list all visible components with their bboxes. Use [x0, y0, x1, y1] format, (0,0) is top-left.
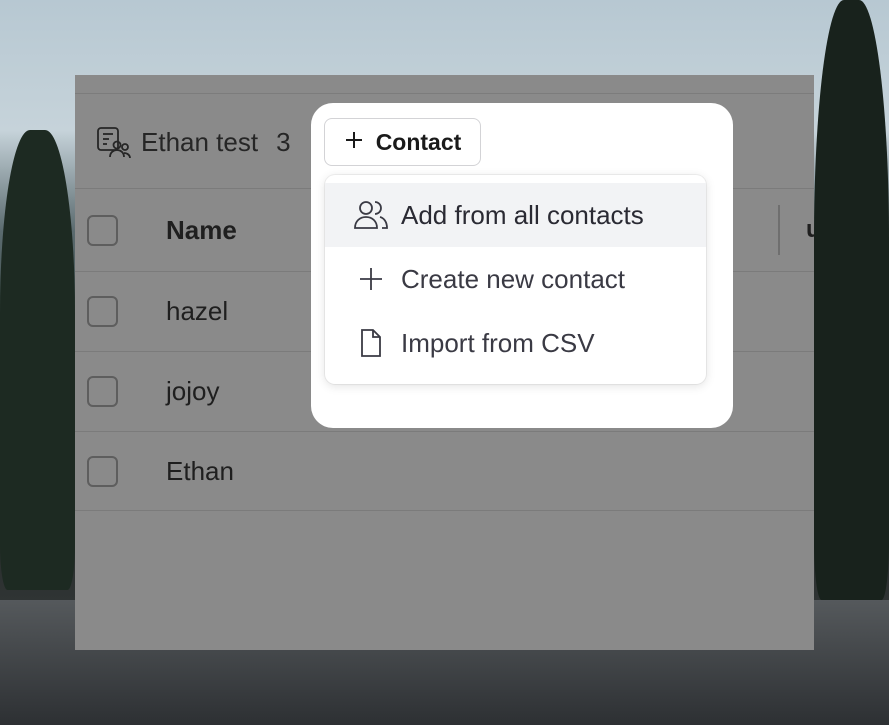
menu-item-label: Create new contact	[401, 263, 626, 294]
top-divider	[75, 93, 814, 94]
column-header-next[interactable]: u	[806, 216, 814, 244]
menu-item-label: Add from all contacts	[401, 199, 644, 230]
plus-icon	[344, 129, 364, 156]
column-resize-handle[interactable]	[778, 205, 780, 255]
list-title: Ethan test	[141, 126, 259, 157]
row-checkbox[interactable]	[87, 376, 118, 407]
column-header-name[interactable]: Name	[166, 215, 237, 246]
list-header: Ethan test 3	[95, 125, 291, 159]
add-contact-menu: Add from all contacts Create new contact…	[325, 175, 706, 384]
plus-icon	[353, 261, 389, 297]
add-contact-label: Contact	[375, 128, 462, 155]
table-row[interactable]: Ethan	[75, 431, 814, 511]
background-tree-left	[0, 130, 75, 590]
menu-item-label: Import from CSV	[401, 327, 595, 358]
row-checkbox[interactable]	[87, 455, 118, 487]
list-count: 3	[276, 126, 291, 157]
row-checkbox[interactable]	[87, 296, 118, 327]
background-tree-right	[814, 0, 889, 600]
users-icon	[353, 197, 389, 233]
menu-item-create-new-contact[interactable]: Create new contact	[325, 247, 706, 311]
menu-item-import-from-csv[interactable]: Import from CSV	[325, 311, 706, 375]
menu-item-add-from-all-contacts[interactable]: Add from all contacts	[325, 183, 706, 247]
file-icon	[353, 325, 389, 361]
contact-list-icon	[95, 123, 133, 161]
cell-name: jojoy	[166, 376, 220, 406]
cell-name: Ethan	[166, 455, 234, 486]
select-all-checkbox[interactable]	[87, 214, 118, 246]
cell-name: hazel	[166, 296, 229, 326]
add-contact-button[interactable]: Contact	[324, 118, 481, 166]
